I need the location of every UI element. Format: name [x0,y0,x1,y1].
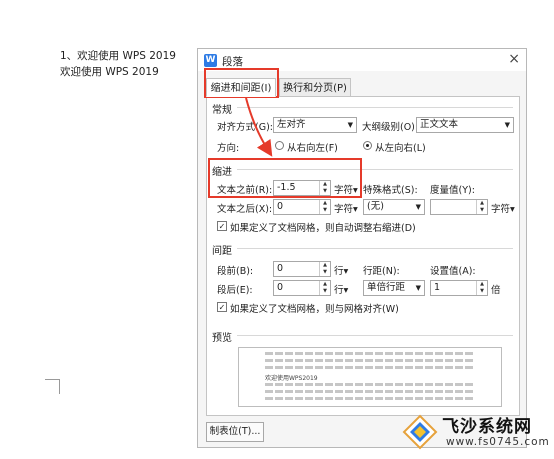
tab-indent-spacing[interactable]: 缩进和间距(I) [206,78,276,97]
annotation-arrow [245,97,273,157]
watermark-title: 飞沙系统网 [442,417,532,437]
site-watermark: 飞沙系统网 www.fs0745.com [400,408,554,459]
watermark-url: www.fs0745.com [446,436,550,448]
fs-logo-icon [402,414,438,450]
